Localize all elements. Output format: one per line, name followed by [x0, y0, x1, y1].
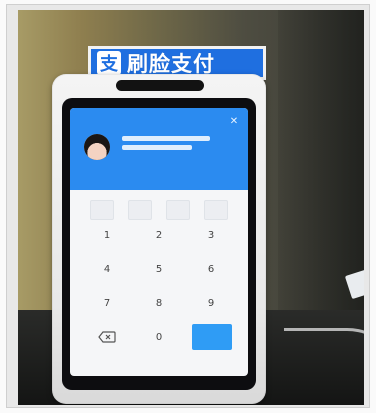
- pin-box: [166, 200, 190, 220]
- payment-terminal: ✕ 1 2 3 4 5 6 7 8 9 0: [52, 74, 266, 404]
- confirm-button[interactable]: [192, 324, 232, 350]
- key-6[interactable]: 6: [192, 258, 230, 280]
- key-3[interactable]: 3: [192, 224, 230, 246]
- key-8[interactable]: 8: [140, 292, 178, 314]
- camera-bar: [116, 80, 204, 91]
- alipay-logo: 支: [97, 51, 121, 75]
- pin-box: [204, 200, 228, 220]
- key-5[interactable]: 5: [140, 258, 178, 280]
- screen-bezel: ✕ 1 2 3 4 5 6 7 8 9 0: [62, 98, 256, 390]
- photo: 支 刷脸支付 ✕ 1 2 3 4 5 6 7 8 9 0: [18, 10, 364, 405]
- key-1[interactable]: 1: [88, 224, 126, 246]
- screen-header: ✕: [70, 108, 248, 190]
- header-message-line: [122, 136, 210, 141]
- keypad: 1 2 3 4 5 6 7 8 9 0: [80, 224, 238, 374]
- pin-entry: [90, 200, 228, 220]
- wall-shadow: [278, 10, 364, 310]
- header-message: [122, 136, 212, 154]
- pin-box: [128, 200, 152, 220]
- avatar: [84, 134, 110, 160]
- key-7[interactable]: 7: [88, 292, 126, 314]
- cable: [284, 328, 364, 401]
- backspace-icon: [98, 331, 116, 343]
- avatar-image: [84, 134, 110, 160]
- close-icon[interactable]: ✕: [228, 116, 240, 128]
- key-0[interactable]: 0: [140, 326, 178, 348]
- key-4[interactable]: 4: [88, 258, 126, 280]
- terminal-screen: ✕ 1 2 3 4 5 6 7 8 9 0: [70, 108, 248, 376]
- key-2[interactable]: 2: [140, 224, 178, 246]
- header-message-line: [122, 145, 192, 150]
- key-9[interactable]: 9: [192, 292, 230, 314]
- pin-box: [90, 200, 114, 220]
- backspace-button[interactable]: [88, 326, 126, 348]
